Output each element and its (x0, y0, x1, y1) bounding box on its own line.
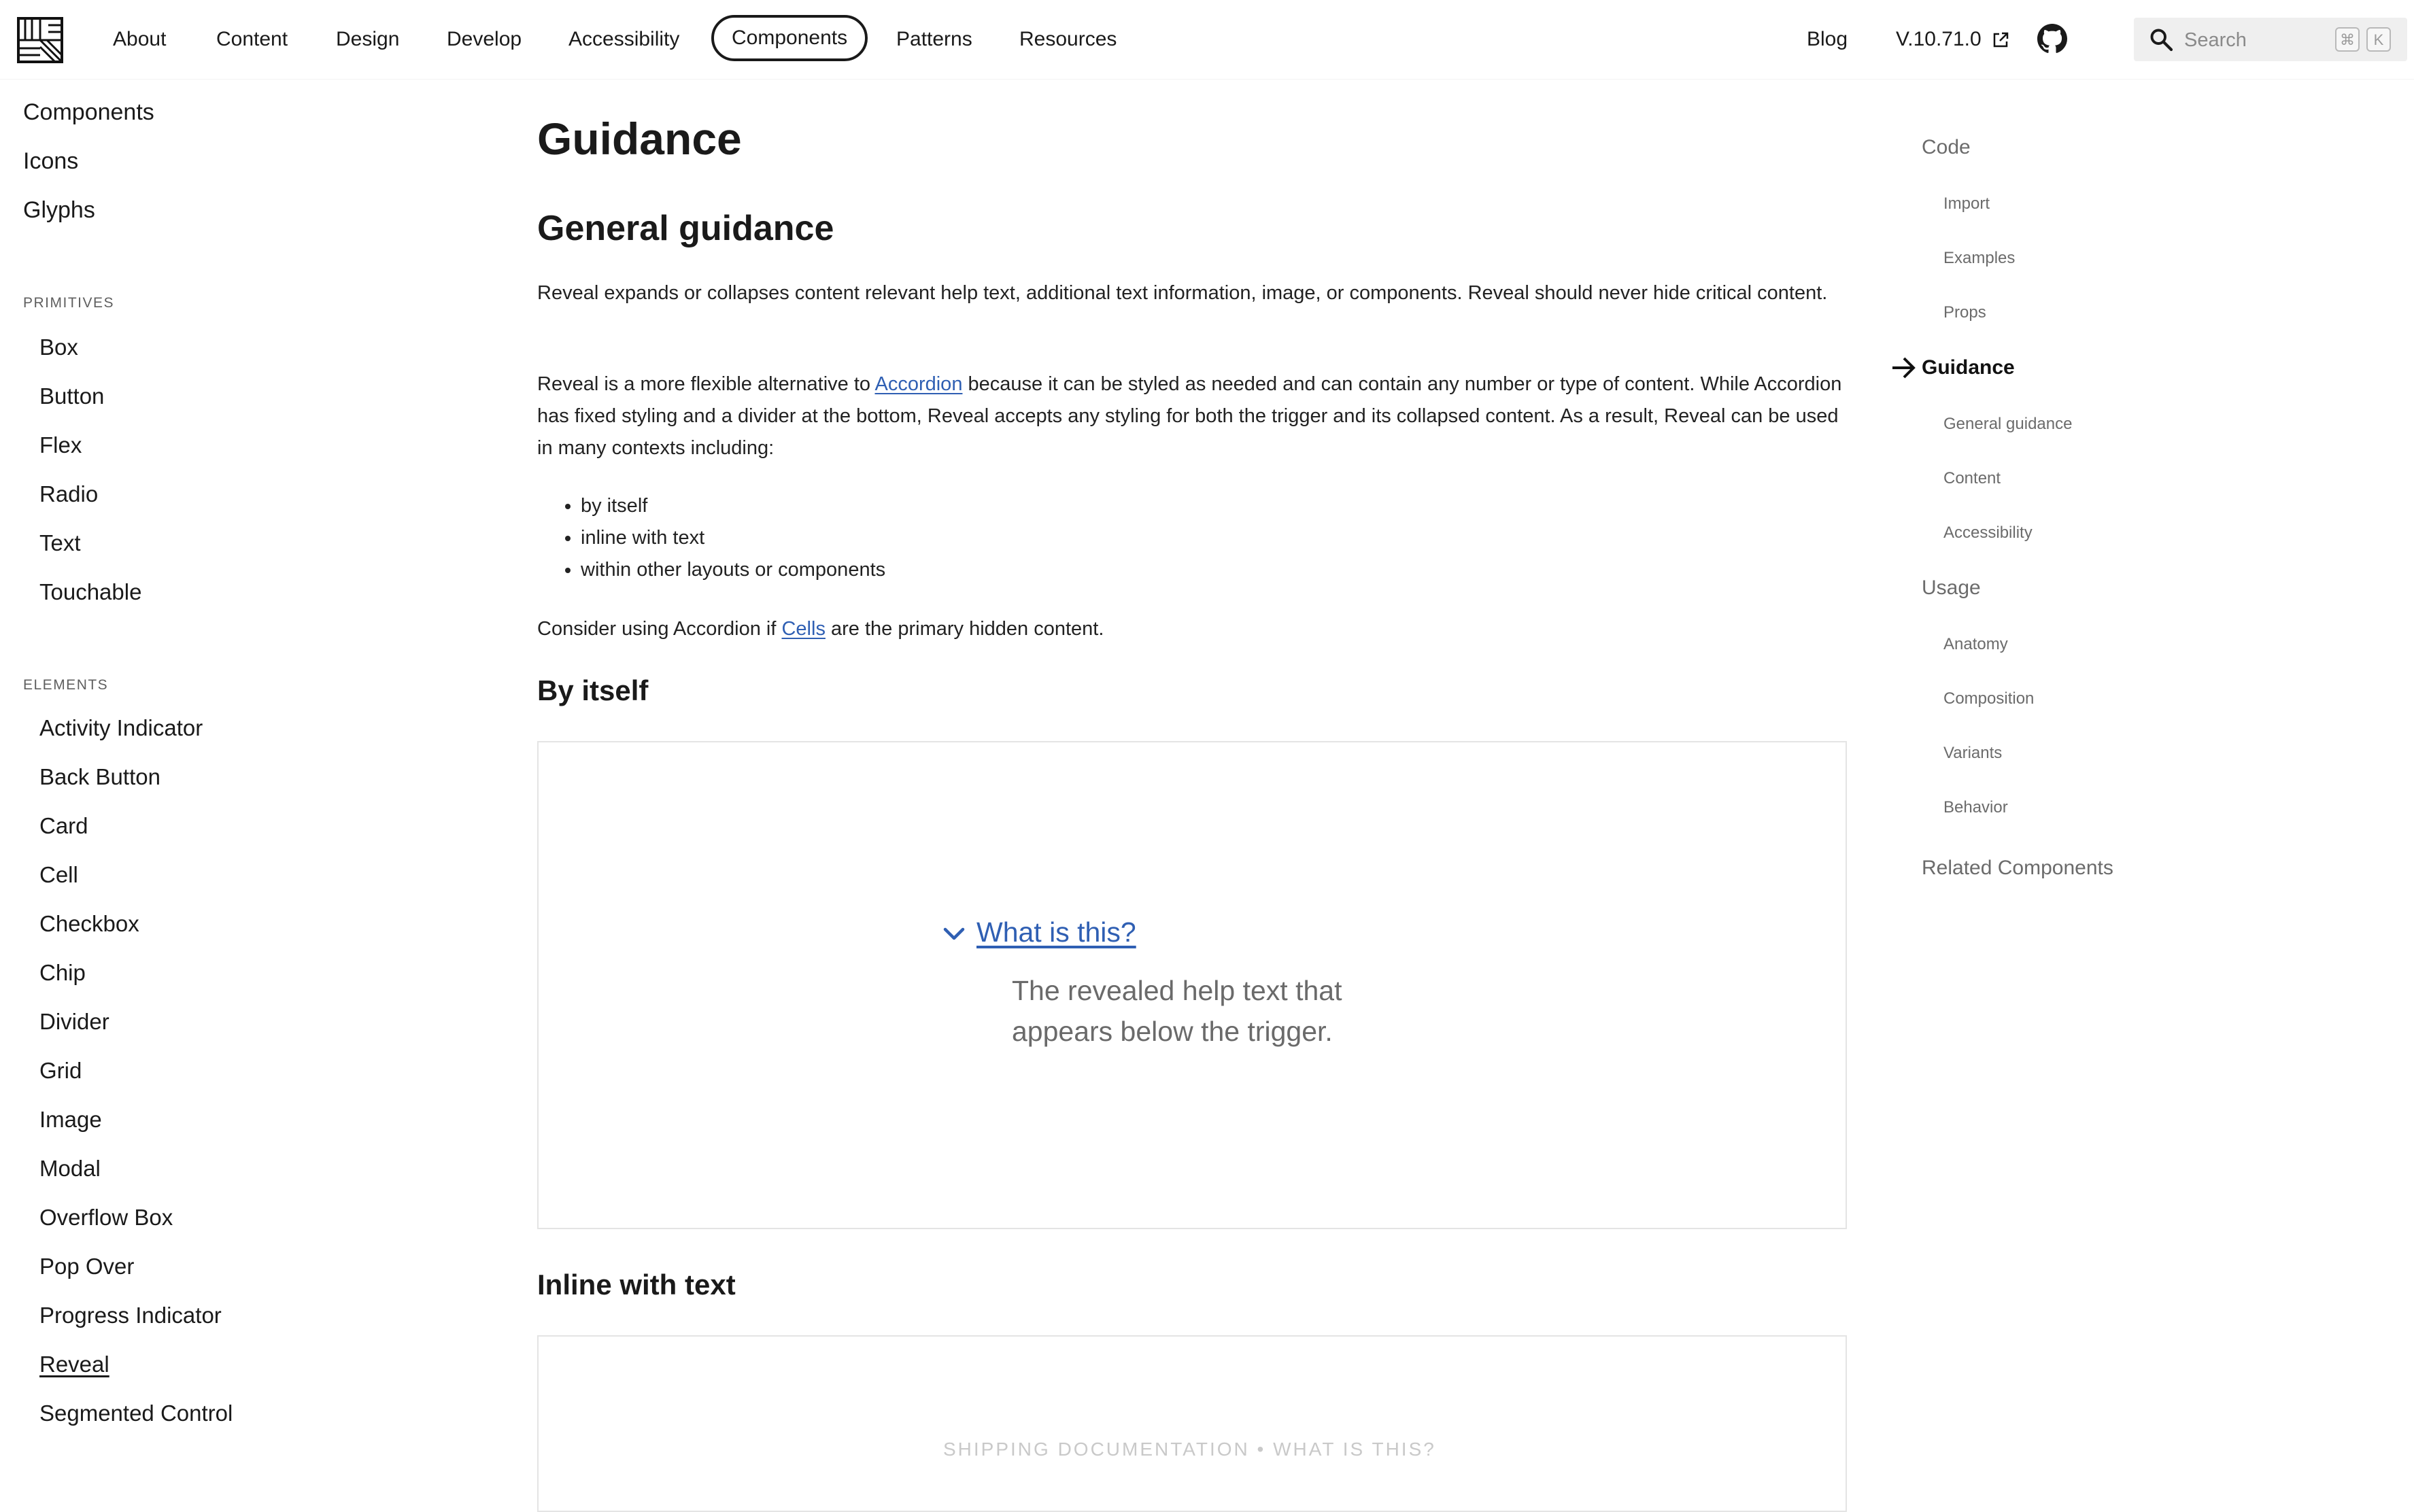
top-navigation: About Content Design Develop Accessibili… (0, 0, 2414, 80)
list-item: inline with text (581, 522, 885, 554)
sidebar-item-glyphs[interactable]: Glyphs (23, 197, 95, 224)
nav-content[interactable]: Content (216, 16, 288, 63)
sidebar-section-primitives: PRIMITIVES (23, 295, 115, 311)
sidebar-item-checkbox[interactable]: Checkbox (39, 911, 139, 937)
accordion-link[interactable]: Accordion (874, 373, 962, 395)
toc-item-related-components[interactable]: Related Components (1922, 857, 2113, 880)
left-sidebar: Components Icons Glyphs PRIMITIVES Box B… (0, 79, 476, 1442)
sidebar-item-text[interactable]: Text (39, 530, 81, 556)
sidebar-item-chip[interactable]: Chip (39, 960, 86, 986)
by-itself-heading: By itself (537, 674, 649, 706)
list-item: by itself (581, 490, 885, 522)
general-guidance-heading: General guidance (537, 209, 834, 248)
toc-item-examples[interactable]: Examples (1943, 249, 2015, 268)
sidebar-item-divider[interactable]: Divider (39, 1009, 109, 1035)
toc-item-props[interactable]: Props (1943, 303, 1986, 322)
toc-item-usage[interactable]: Usage (1922, 577, 1981, 600)
github-icon[interactable] (2037, 24, 2067, 54)
paragraph-consider: Consider using Accordion if Cells are th… (537, 613, 1847, 645)
chevron-down-icon (943, 927, 965, 940)
reveal-content: The revealed help text that appears belo… (1012, 975, 1342, 1047)
sidebar-item-back-button[interactable]: Back Button (39, 764, 160, 790)
search-icon (2150, 29, 2173, 52)
toc-item-import[interactable]: Import (1943, 194, 1990, 213)
sidebar-item-box[interactable]: Box (39, 334, 78, 360)
example-inline: SHIPPING DOCUMENTATION • WHAT IS THIS? (537, 1335, 1847, 1512)
nav-develop[interactable]: Develop (447, 16, 522, 63)
sidebar-item-progress-indicator[interactable]: Progress Indicator (39, 1303, 222, 1328)
example-by-itself: What is this? The revealed help text tha… (537, 741, 1847, 1229)
external-link-icon (1993, 32, 2009, 48)
list-item: within other layouts or components (581, 554, 885, 586)
nav-blog[interactable]: Blog (1807, 16, 1848, 63)
page-title: Guidance (537, 114, 742, 164)
sidebar-item-flex[interactable]: Flex (39, 432, 82, 458)
toc-item-content[interactable]: Content (1943, 469, 2001, 488)
paragraph-text: Reveal is a more flexible alternative to (537, 373, 875, 395)
reveal-trigger[interactable]: What is this? (943, 916, 1136, 948)
paragraph-intro: Reveal expands or collapses content rele… (537, 282, 1828, 304)
paragraph-alternative: Reveal is a more flexible alternative to… (537, 368, 1847, 464)
sidebar-item-segmented-control[interactable]: Segmented Control (39, 1401, 233, 1426)
command-key-hint: ⌘ (2335, 27, 2360, 52)
contexts-list: by itself inline with text within other … (537, 490, 885, 586)
sidebar-item-radio[interactable]: Radio (39, 481, 98, 507)
toc-item-composition[interactable]: Composition (1943, 689, 2034, 708)
toc-item-anatomy[interactable]: Anatomy (1943, 635, 2008, 654)
sidebar-item-image[interactable]: Image (39, 1107, 102, 1133)
search-field[interactable]: ⌘ K (2134, 18, 2407, 63)
toc-item-code[interactable]: Code (1922, 136, 1971, 159)
sidebar-item-overflow-box[interactable]: Overflow Box (39, 1205, 173, 1231)
nav-accessibility[interactable]: Accessibility (568, 16, 679, 63)
paragraph-text: Consider using Accordion if (537, 618, 782, 640)
sidebar-item-modal[interactable]: Modal (39, 1156, 101, 1182)
sidebar-item-activity-indicator[interactable]: Activity Indicator (39, 715, 203, 741)
sidebar-item-card[interactable]: Card (39, 813, 88, 839)
toc-item-variants[interactable]: Variants (1943, 744, 2002, 763)
nav-patterns[interactable]: Patterns (896, 16, 972, 63)
sidebar-item-grid[interactable]: Grid (39, 1058, 82, 1084)
sidebar-item-button[interactable]: Button (39, 383, 104, 409)
search-input[interactable] (2183, 18, 2322, 63)
sidebar-item-touchable[interactable]: Touchable (39, 579, 141, 605)
sidebar-item-icons[interactable]: Icons (23, 148, 78, 175)
sidebar-item-pop-over[interactable]: Pop Over (39, 1254, 134, 1279)
k-key-hint: K (2366, 27, 2391, 52)
toc-item-behavior[interactable]: Behavior (1943, 798, 2008, 817)
inline-with-text-heading: Inline with text (537, 1269, 736, 1301)
toc-item-general-guidance[interactable]: General guidance (1943, 415, 2072, 434)
toc-item-guidance[interactable]: Guidance (1922, 356, 2015, 379)
sidebar-item-components[interactable]: Components (23, 99, 154, 126)
version-label: V.10.71.0 (1896, 28, 1982, 50)
sidebar-item-cell[interactable]: Cell (39, 862, 78, 888)
nav-version-link[interactable]: V.10.71.0 (1896, 16, 2009, 63)
nav-design[interactable]: Design (336, 16, 399, 63)
reveal-trigger-label: What is this? (976, 916, 1136, 948)
toc-item-accessibility[interactable]: Accessibility (1943, 523, 2033, 543)
sidebar-section-elements: ELEMENTS (23, 677, 109, 693)
site-logo-icon[interactable] (17, 17, 63, 63)
paragraph-text: are the primary hidden content. (825, 618, 1104, 640)
nav-components[interactable]: Components (711, 15, 868, 61)
nav-resources[interactable]: Resources (1019, 16, 1117, 63)
arrow-right-icon (1892, 357, 1916, 379)
sidebar-item-reveal[interactable]: Reveal (39, 1352, 109, 1377)
cells-link[interactable]: Cells (781, 618, 825, 640)
nav-about[interactable]: About (113, 16, 166, 63)
